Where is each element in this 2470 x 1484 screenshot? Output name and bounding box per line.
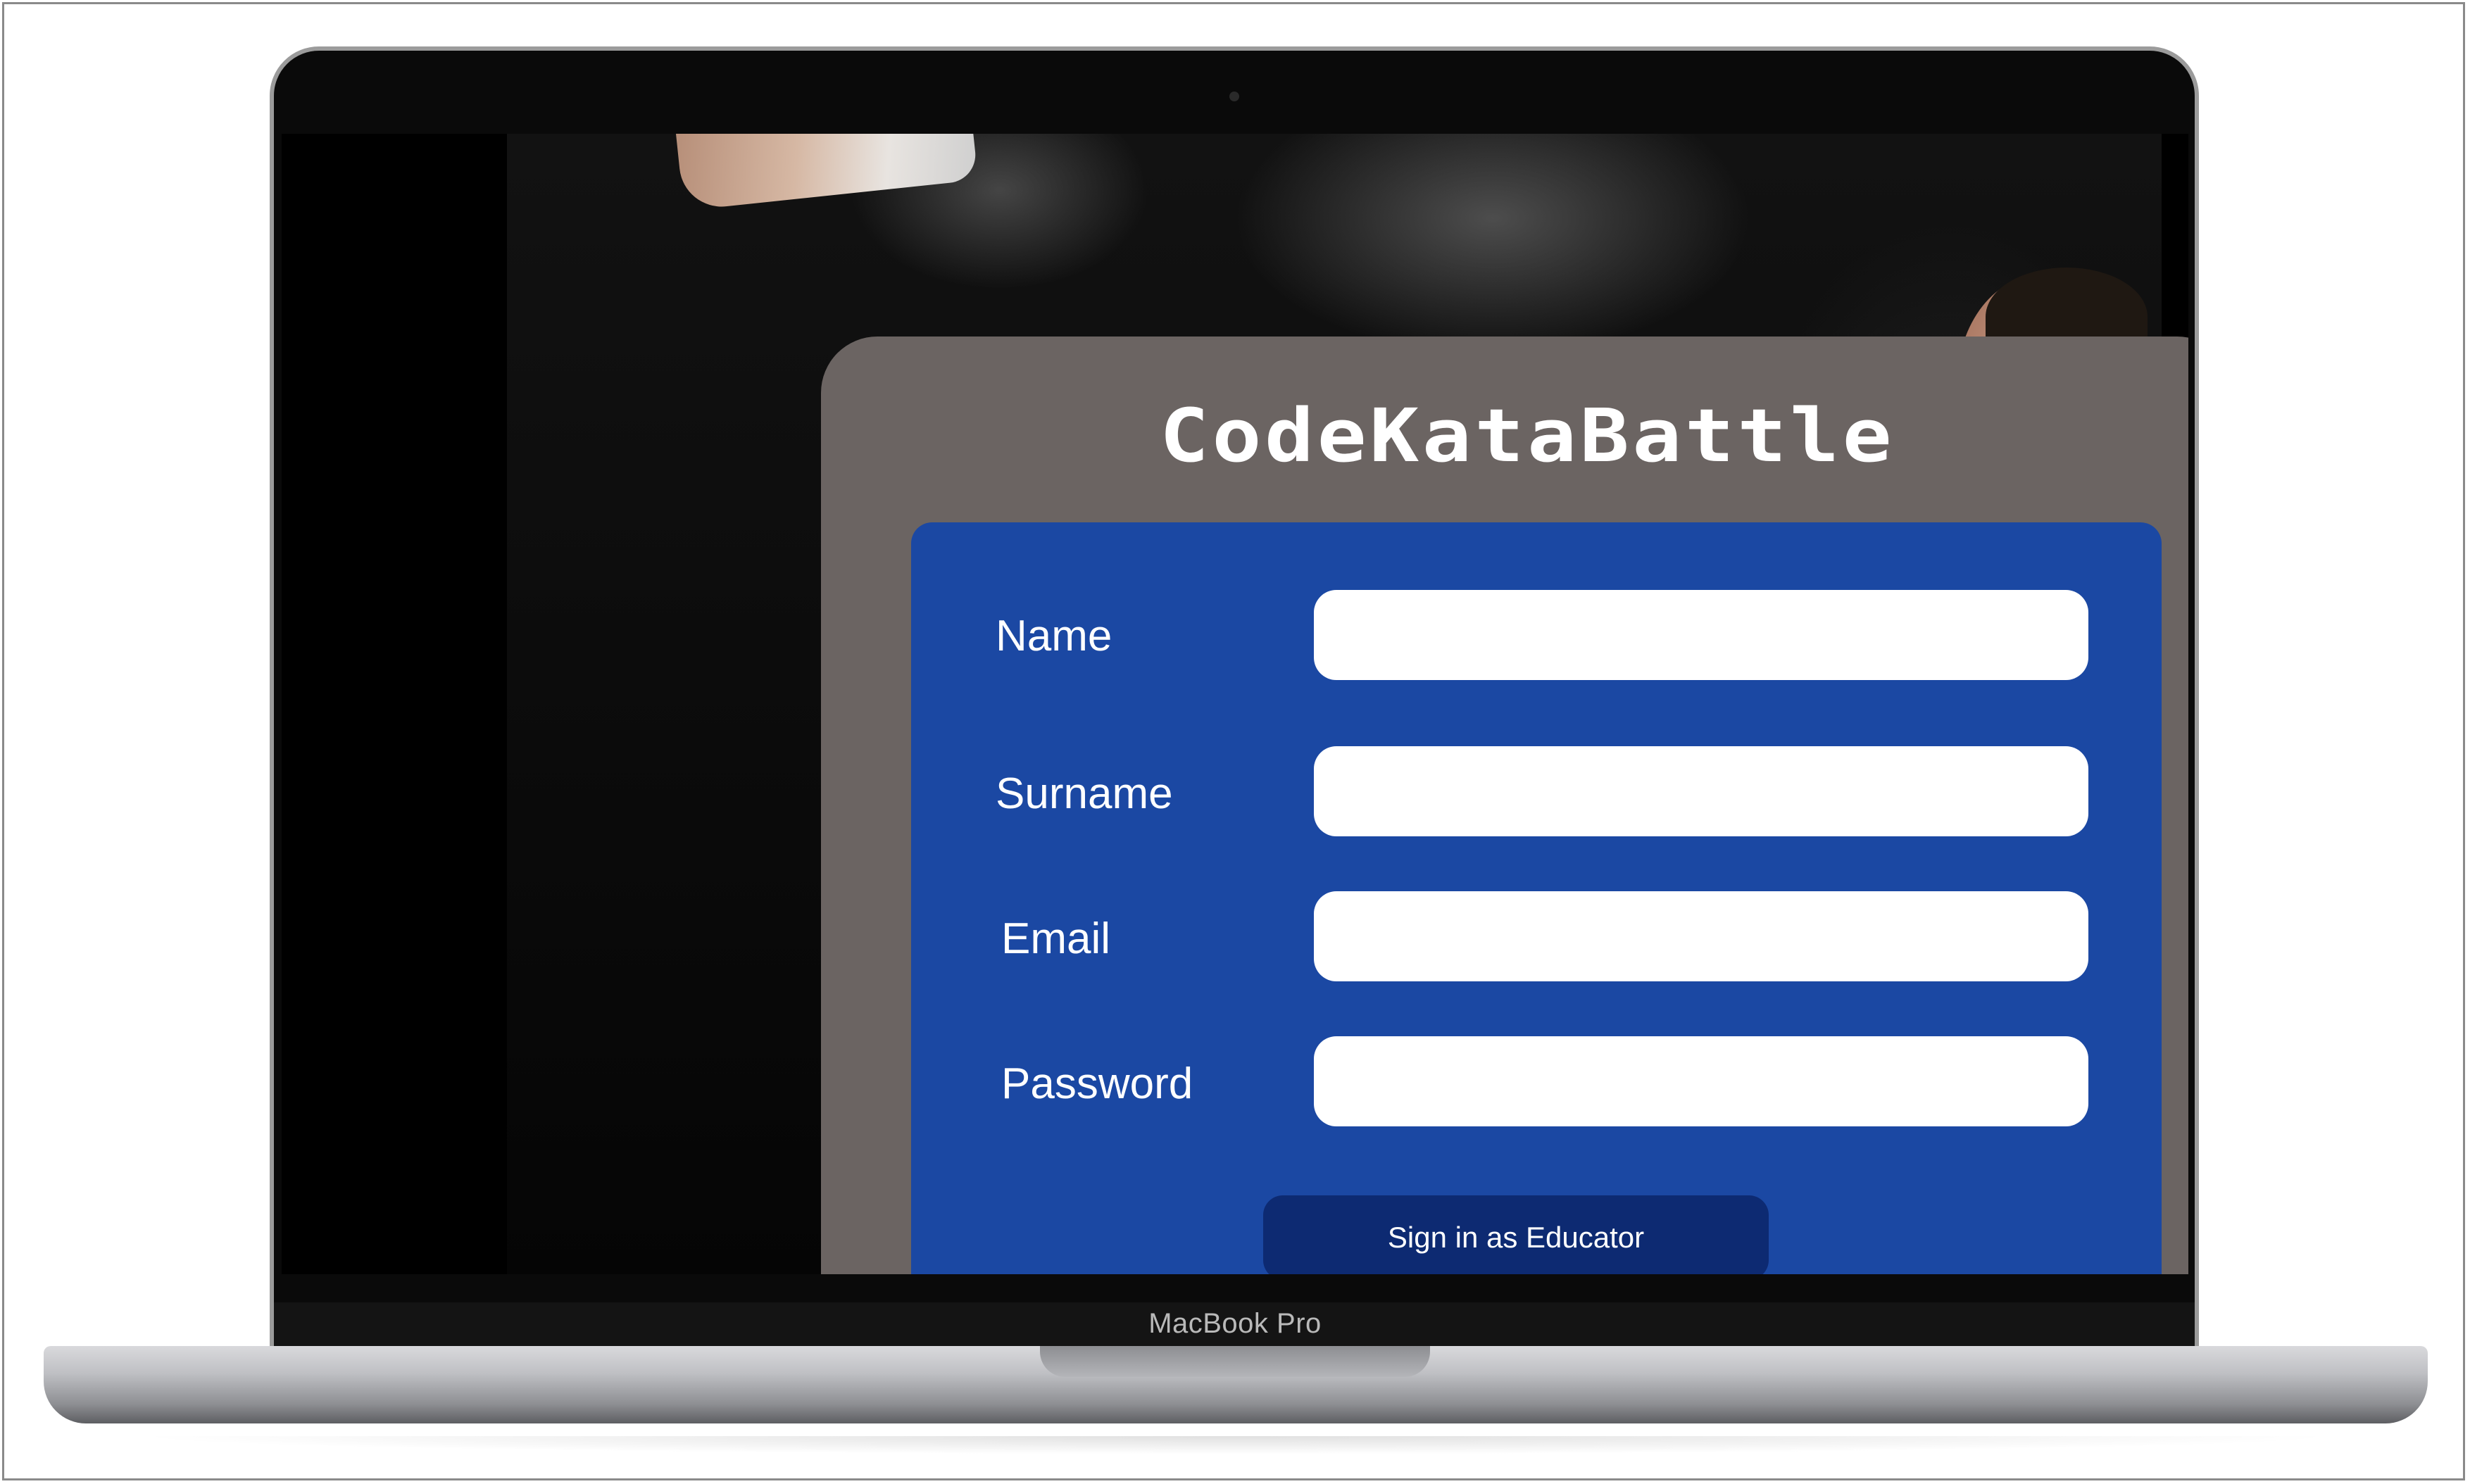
name-field[interactable] [1314, 590, 2088, 680]
device-brand-label: MacBook Pro [1148, 1308, 1322, 1339]
camera-icon [1229, 92, 1239, 101]
password-label: Password [1001, 1059, 1193, 1108]
surname-label: Surname [996, 769, 1173, 818]
email-label: Email [1001, 914, 1111, 963]
laptop-base-notch [1040, 1346, 1430, 1377]
email-field[interactable] [1314, 891, 2088, 981]
app-title: CodeKataBattle [1159, 393, 1895, 479]
laptop-screen: CodeKataBattle Name Surname Email Passwo… [282, 134, 2188, 1274]
sign-in-educator-button[interactable]: Sign in as Educator [1263, 1195, 1769, 1274]
password-field[interactable] [1314, 1036, 2088, 1126]
surname-field[interactable] [1314, 746, 2088, 836]
signup-modal: CodeKataBattle Name Surname Email Passwo… [821, 337, 2188, 1274]
device-mockup: CodeKataBattle Name Surname Email Passwo… [0, 0, 2470, 1484]
laptop-shadow [127, 1436, 2345, 1454]
name-label: Name [996, 612, 1112, 660]
signup-form: Name Surname Email Password Sign in as E… [911, 522, 2162, 1274]
